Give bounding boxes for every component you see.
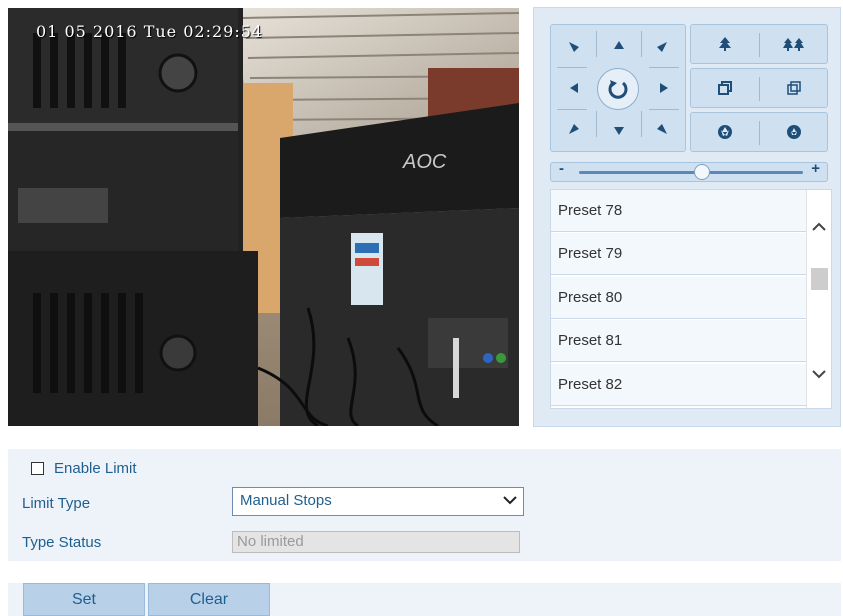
- zoom-in-button[interactable]: [691, 25, 759, 63]
- preset-item[interactable]: Preset 79: [551, 233, 806, 275]
- pan-up-left-button[interactable]: [559, 33, 589, 61]
- chevron-down-icon: [812, 369, 826, 378]
- preset-list-scrollbar[interactable]: [806, 190, 831, 408]
- auto-rotate-icon: [608, 80, 628, 99]
- iris-buttons: [690, 112, 828, 152]
- preset-list[interactable]: Preset 78 Preset 79 Preset 80 Preset 81 …: [550, 189, 832, 409]
- speed-slider-handle[interactable]: [694, 164, 711, 180]
- pan-up-right-button[interactable]: [647, 33, 677, 61]
- action-button-bar: Set Clear: [8, 583, 841, 616]
- enable-limit-label: Enable Limit: [54, 460, 137, 477]
- focus-near-icon: [718, 81, 732, 95]
- monitor-brand-text: AOC: [402, 151, 447, 173]
- type-status-field: No limited: [232, 531, 520, 553]
- arrow-down-icon: [614, 127, 624, 135]
- limit-type-value: Manual Stops: [240, 492, 332, 509]
- preset-item[interactable]: Preset 80: [551, 277, 806, 319]
- limit-type-label: Limit Type: [22, 495, 91, 512]
- enable-limit-row[interactable]: Enable Limit: [31, 460, 137, 477]
- preset-item[interactable]: Preset 81: [551, 320, 806, 362]
- scroll-up-button[interactable]: [811, 218, 827, 234]
- chevron-up-icon: [812, 222, 826, 231]
- ptz-speed-slider[interactable]: - +: [550, 160, 828, 182]
- type-status-label: Type Status: [22, 534, 102, 551]
- zoom-buttons: [690, 24, 828, 64]
- video-timestamp-overlay: 01 05 2016 Tue 02:29:54: [36, 22, 264, 41]
- enable-limit-checkbox[interactable]: [31, 462, 44, 475]
- zoom-in-tree-icon: [719, 37, 731, 51]
- iris-close-button[interactable]: [760, 113, 828, 151]
- zoom-out-trees-icon: [783, 38, 804, 51]
- focus-buttons: [690, 68, 828, 108]
- iris-open-button[interactable]: [691, 113, 759, 151]
- pan-left-button[interactable]: [559, 73, 589, 103]
- preset-item[interactable]: Preset 82: [551, 364, 806, 406]
- pan-right-button[interactable]: [649, 73, 679, 103]
- focus-far-icon: [787, 81, 801, 95]
- scrollbar-thumb[interactable]: [811, 268, 828, 290]
- arrow-left-icon: [570, 83, 578, 93]
- auto-scan-button[interactable]: [597, 68, 639, 110]
- arrow-up-right-icon: [657, 42, 667, 52]
- ptz-control-panel: - + Preset 78 Preset 79 Preset 80 Preset…: [533, 7, 841, 427]
- speed-decrease-button[interactable]: -: [559, 160, 564, 177]
- pan-down-right-button[interactable]: [647, 115, 677, 143]
- arrow-up-left-icon: [569, 42, 579, 52]
- live-video-view[interactable]: AOC 01 05 2016 Tue 02:29:54: [8, 8, 519, 426]
- direction-pad: [550, 24, 686, 152]
- focus-far-button[interactable]: [760, 69, 828, 107]
- set-button[interactable]: Set: [23, 583, 145, 616]
- arrow-down-left-icon: [569, 124, 579, 134]
- pan-down-left-button[interactable]: [559, 115, 589, 143]
- preset-item[interactable]: Preset 78: [551, 190, 806, 232]
- tilt-down-button[interactable]: [603, 117, 635, 145]
- clear-button[interactable]: Clear: [148, 583, 270, 616]
- limit-type-select[interactable]: Manual Stops: [232, 487, 524, 516]
- arrow-up-icon: [614, 41, 624, 49]
- scroll-down-button[interactable]: [811, 366, 827, 382]
- arrow-right-icon: [660, 83, 668, 93]
- speed-increase-button[interactable]: +: [811, 160, 820, 177]
- speed-slider-track[interactable]: [579, 171, 803, 174]
- tilt-up-button[interactable]: [603, 31, 635, 59]
- limit-settings-panel: Enable Limit Limit Type Manual Stops Typ…: [8, 449, 841, 561]
- iris-open-icon: [718, 125, 732, 139]
- iris-close-icon: [787, 125, 801, 139]
- chevron-down-icon: [503, 496, 517, 505]
- video-frame-image: AOC: [8, 8, 519, 426]
- focus-near-button[interactable]: [691, 69, 759, 107]
- zoom-out-button[interactable]: [760, 25, 828, 63]
- arrow-down-right-icon: [657, 124, 667, 134]
